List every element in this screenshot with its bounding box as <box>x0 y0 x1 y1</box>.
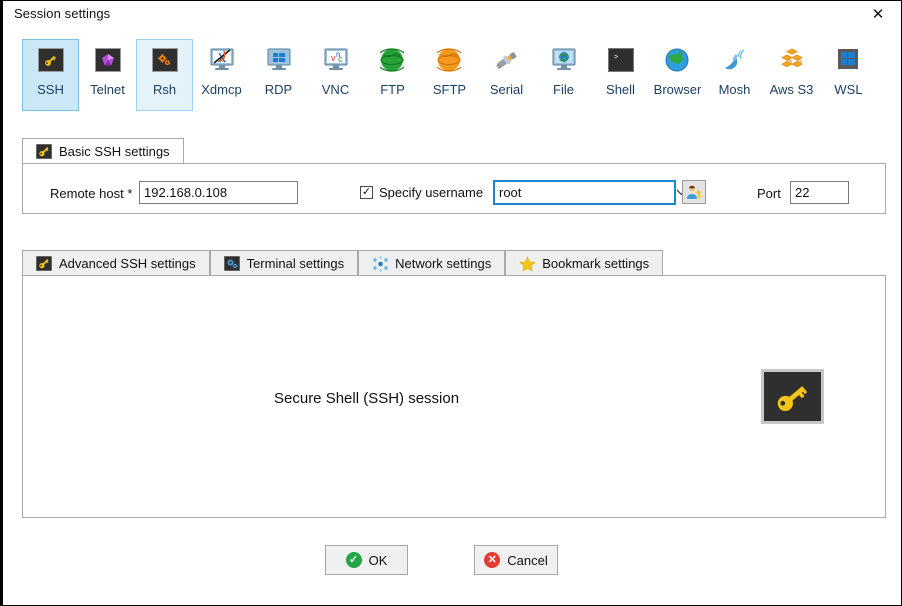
wsl-windows-icon <box>836 48 862 74</box>
gears-icon <box>223 255 241 272</box>
ok-check-icon: ✓ <box>345 552 362 568</box>
session-type-mosh[interactable]: Mosh <box>706 39 763 111</box>
aws-s3-cubes-icon <box>779 48 805 74</box>
session-type-label: Serial <box>489 82 524 97</box>
cancel-glyph: ✕ <box>487 553 497 566</box>
port-label: Port <box>757 186 781 201</box>
session-type-label: SSH <box>37 82 64 97</box>
session-type-label: Aws S3 <box>769 82 814 97</box>
star-icon <box>519 255 536 272</box>
mosh-satellite-icon <box>722 48 748 74</box>
session-type-label: WSL <box>834 82 863 97</box>
session-type-shell[interactable]: > Shell <box>592 39 649 111</box>
ssh-key-icon <box>37 48 64 74</box>
session-type-label: Rsh <box>152 82 177 97</box>
specify-username-label: Specify username <box>379 185 484 200</box>
vnc-monitor-icon: v n c <box>323 48 349 74</box>
svg-text:c: c <box>338 54 343 64</box>
cancel-button[interactable]: ✕ Cancel <box>474 545 558 575</box>
session-type-label: FTP <box>380 82 405 97</box>
session-type-label: File <box>553 82 574 97</box>
username-input[interactable] <box>495 185 679 200</box>
rdp-windows-icon <box>266 48 292 74</box>
specify-username-checkbox[interactable]: ✓ Specify username <box>360 185 483 200</box>
cancel-label: Cancel <box>507 552 548 568</box>
key-icon <box>35 255 53 272</box>
username-combobox[interactable] <box>493 180 687 205</box>
basic-settings-tabstrip: Basic SSH settings <box>22 138 184 165</box>
session-type-toolbar: SSH Telnet Rsh X Xdmcp RDP v n c VNC FTP… <box>22 39 882 111</box>
session-type-xdmcp[interactable]: X Xdmcp <box>193 39 250 111</box>
session-type-label: Mosh <box>718 82 751 97</box>
session-type-wsl[interactable]: WSL <box>820 39 877 111</box>
session-description: Secure Shell (SSH) session <box>274 390 460 407</box>
session-type-ftp[interactable]: FTP <box>364 39 421 111</box>
ok-label: OK <box>368 552 388 568</box>
tab-label: Network settings <box>395 256 492 271</box>
ftp-globe-icon <box>374 48 409 74</box>
port-spinner[interactable]: ▲ ▼ <box>790 181 902 204</box>
ok-glyph: ✓ <box>348 553 359 566</box>
session-type-ssh[interactable]: SSH <box>22 39 79 111</box>
session-type-label: Xdmcp <box>201 82 242 97</box>
xdmcp-monitor-icon: X <box>209 48 235 74</box>
svg-text:X: X <box>217 50 227 65</box>
session-type-file[interactable]: File <box>535 39 592 111</box>
session-type-label: Browser <box>653 82 702 97</box>
ssh-key-icon <box>761 369 824 424</box>
session-type-label: RDP <box>264 82 293 97</box>
file-monitor-icon <box>551 48 577 74</box>
session-type-serial[interactable]: Serial <box>478 39 535 111</box>
tab-basic-ssh-settings[interactable]: Basic SSH settings <box>22 138 184 165</box>
network-icon <box>372 255 388 272</box>
tab-terminal-settings[interactable]: Terminal settings <box>209 250 359 276</box>
key-icon <box>35 143 53 160</box>
serial-plug-icon <box>494 48 520 74</box>
sftp-globe-icon <box>431 48 466 74</box>
tab-advanced-ssh-settings[interactable]: Advanced SSH settings <box>22 250 210 276</box>
title-bar: Session settings ✕ <box>3 1 901 28</box>
remote-host-input[interactable] <box>139 181 298 204</box>
session-type-rsh[interactable]: Rsh <box>136 39 193 111</box>
tab-label: Basic SSH settings <box>59 144 170 159</box>
check-glyph: ✓ <box>361 186 372 198</box>
remote-host-label: Remote host * <box>50 186 133 201</box>
session-type-label: VNC <box>321 82 350 97</box>
port-input[interactable] <box>791 185 902 200</box>
window-title: Session settings <box>14 6 111 21</box>
cancel-x-icon: ✕ <box>484 552 501 568</box>
svg-text:>: > <box>614 54 618 62</box>
user-key-icon[interactable] <box>682 180 706 204</box>
session-settings-dialog: Session settings ✕ SSH Telnet Rsh X Xdmc… <box>0 0 902 606</box>
session-type-vnc[interactable]: v n c VNC <box>307 39 364 111</box>
telnet-gem-icon <box>94 48 121 74</box>
session-type-telnet[interactable]: Telnet <box>79 39 136 111</box>
shell-console-icon: > <box>607 48 634 74</box>
browser-globe-icon <box>665 48 691 74</box>
ok-button[interactable]: ✓ OK <box>325 545 408 575</box>
session-type-rdp[interactable]: RDP <box>250 39 307 111</box>
tab-network-settings[interactable]: Network settings <box>358 250 506 276</box>
session-detail-tabstrip: Advanced SSH settings Terminal settings <box>22 250 664 276</box>
tab-label: Advanced SSH settings <box>59 256 196 271</box>
tab-label: Terminal settings <box>246 256 345 271</box>
session-type-sftp[interactable]: SFTP <box>421 39 478 111</box>
checkbox-box: ✓ <box>360 186 373 199</box>
tab-label: Bookmark settings <box>542 256 650 271</box>
session-type-browser[interactable]: Browser <box>649 39 706 111</box>
session-type-label: Telnet <box>90 82 125 97</box>
session-type-label: Shell <box>606 82 635 97</box>
session-type-label: SFTP <box>432 82 467 97</box>
session-type-aws-s3[interactable]: Aws S3 <box>763 39 820 111</box>
rsh-gears-icon <box>151 48 178 74</box>
tab-bookmark-settings[interactable]: Bookmark settings <box>505 250 664 276</box>
close-glyph: ✕ <box>871 6 885 23</box>
close-icon[interactable]: ✕ <box>856 2 900 27</box>
